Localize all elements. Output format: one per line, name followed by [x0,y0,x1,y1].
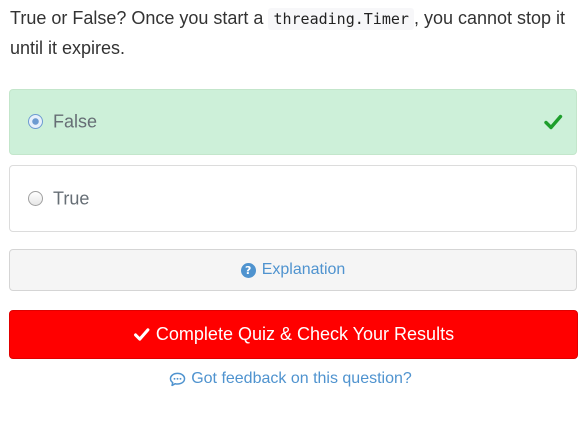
complete-quiz-button[interactable]: Complete Quiz & Check Your Results [9,310,578,359]
explanation-button[interactable]: ? Explanation [9,249,577,291]
quiz-page: True or False? Once you start a threadin… [0,0,581,436]
question-circle-icon: ? [240,263,256,278]
answer-label-false: False [53,111,98,132]
answer-option-false[interactable]: False [9,89,577,155]
radio-button-false[interactable] [28,114,43,129]
comment-icon [169,372,186,386]
checkmark-icon [133,328,150,341]
radio-button-true[interactable] [28,190,43,206]
answer-option-true[interactable]: True [9,165,577,232]
feedback-link[interactable]: Got feedback on this question? [0,370,581,392]
answer-label-true: True [53,188,90,208]
feedback-label: Got feedback on this question? [191,370,412,387]
checkmark-icon [544,114,563,130]
explanation-label: Explanation [261,261,346,278]
explanation-content: ? Explanation [240,261,346,279]
question-prefix: True or False? Once you start a [10,8,264,28]
complete-quiz-label: Complete Quiz & Check Your Results [155,324,455,344]
question-text: True or False? Once you start a threadin… [10,4,579,63]
question-code: threading.Timer [268,8,414,30]
